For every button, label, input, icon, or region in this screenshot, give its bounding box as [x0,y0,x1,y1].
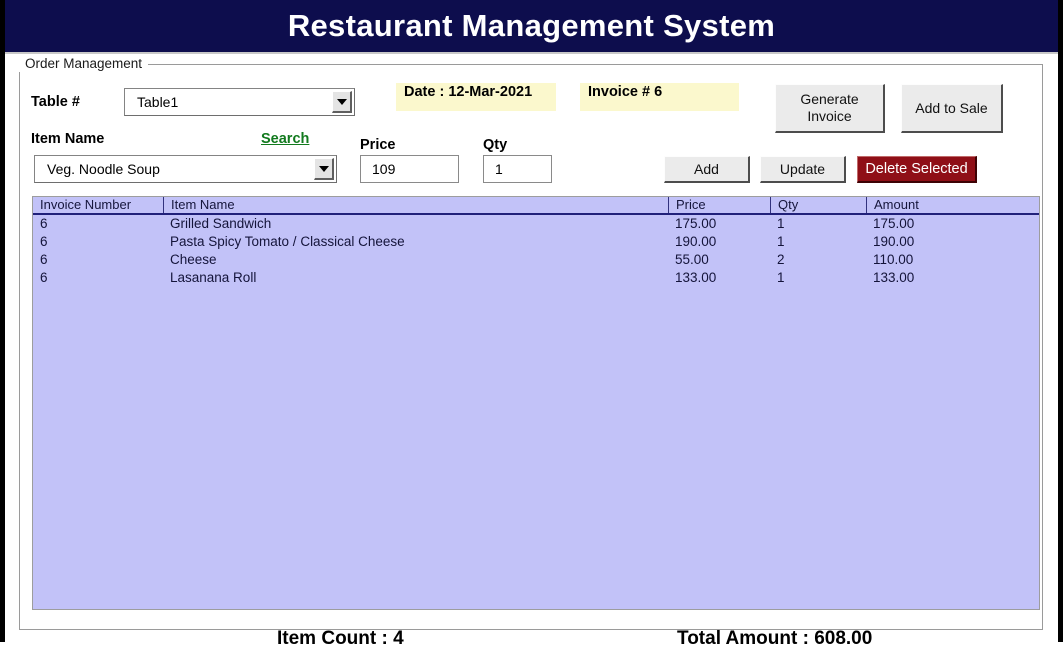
cell-amount: 110.00 [873,252,914,267]
search-link[interactable]: Search [261,131,309,147]
add-button[interactable]: Add [664,156,750,183]
cell-invoice-number: 6 [40,216,48,231]
update-button[interactable]: Update [760,156,846,183]
item-name-select[interactable]: Veg. Noodle Soup [34,155,337,183]
delete-selected-label: Delete Selected [865,160,968,177]
price-input[interactable]: 109 [360,155,459,183]
group-legend: Order Management [19,56,149,72]
cell-invoice-number: 6 [40,234,48,249]
grid-body: 6 Grilled Sandwich 175.00 1 175.00 6 Pas… [33,215,1039,287]
generate-invoice-button[interactable]: Generate Invoice [775,84,885,133]
cell-item-name: Lasanana Roll [170,270,257,285]
application-window: Restaurant Management System Order Manag… [0,0,1063,649]
cell-invoice-number: 6 [40,270,48,285]
cell-price: 55.00 [675,252,709,267]
qty-input[interactable]: 1 [483,155,552,183]
delete-selected-button[interactable]: Delete Selected [857,156,977,183]
table-row[interactable]: 6 Grilled Sandwich 175.00 1 175.00 [33,215,1039,233]
chevron-down-icon[interactable] [314,158,334,180]
cell-qty: 1 [777,270,785,285]
cell-qty: 2 [777,252,785,267]
table-number-value: Table1 [137,94,179,110]
qty-label: Qty [483,137,508,153]
item-name-label: Item Name [31,131,105,147]
generate-invoice-label-line1: Generate [800,91,859,107]
cell-amount: 190.00 [873,234,915,249]
chevron-down-icon[interactable] [332,91,352,113]
cell-qty: 1 [777,216,785,231]
table-number-select[interactable]: Table1 [124,88,355,116]
item-count-label: Item Count : 4 [277,628,404,649]
column-header-amount[interactable]: Amount [866,197,1039,213]
cell-price: 175.00 [675,216,717,231]
cell-invoice-number: 6 [40,252,48,267]
column-header-qty[interactable]: Qty [770,197,866,213]
grid-header-row: Invoice Number Item Name Price Qty Amoun… [33,197,1039,215]
table-row[interactable]: 6 Pasta Spicy Tomato / Classical Cheese … [33,233,1039,251]
add-to-sale-label: Add to Sale [915,99,988,116]
cell-qty: 1 [777,234,785,249]
cell-price: 133.00 [675,270,717,285]
add-to-sale-button[interactable]: Add to Sale [901,84,1003,133]
item-name-value: Veg. Noodle Soup [47,161,160,177]
cell-price: 190.00 [675,234,717,249]
update-label: Update [779,160,826,177]
table-number-label: Table # [31,94,80,110]
page-title: Restaurant Management System [287,8,776,43]
cell-item-name: Grilled Sandwich [170,216,272,231]
date-field: Date : 12-Mar-2021 [396,83,556,111]
invoice-number-field: Invoice # 6 [580,83,739,111]
title-bar: Restaurant Management System [5,0,1058,54]
column-header-item-name[interactable]: Item Name [163,197,668,213]
cell-amount: 175.00 [873,216,915,231]
column-header-invoice-number[interactable]: Invoice Number [33,197,163,213]
add-label: Add [694,160,719,177]
cell-amount: 133.00 [873,270,915,285]
price-label: Price [360,137,396,153]
column-header-price[interactable]: Price [668,197,770,213]
generate-invoice-label-line2: Invoice [807,108,852,124]
cell-item-name: Pasta Spicy Tomato / Classical Cheese [170,234,405,249]
cell-item-name: Cheese [170,252,217,267]
order-items-grid[interactable]: Invoice Number Item Name Price Qty Amoun… [32,196,1040,610]
total-amount-label: Total Amount : 608.00 [677,628,873,649]
table-row[interactable]: 6 Lasanana Roll 133.00 1 133.00 [33,269,1039,287]
table-row[interactable]: 6 Cheese 55.00 2 110.00 [33,251,1039,269]
